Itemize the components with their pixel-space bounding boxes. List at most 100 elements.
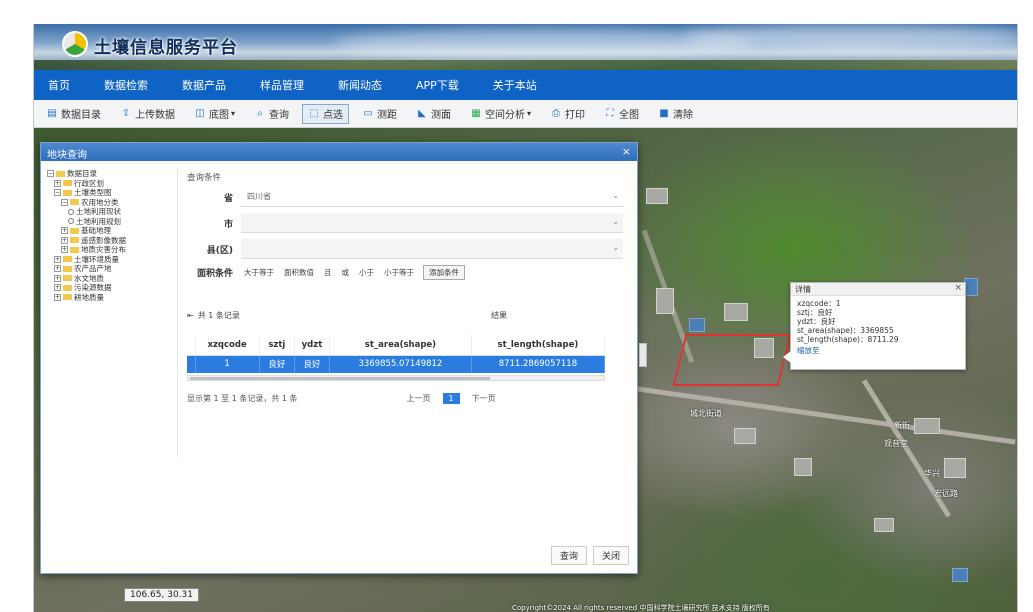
- query-button[interactable]: 查询: [550, 546, 587, 565]
- divider: [177, 169, 178, 457]
- tree-item[interactable]: − 土壤类型图: [47, 188, 171, 198]
- condition-option[interactable]: 面积数值: [279, 267, 319, 278]
- popup-body: xzqcode：1 sztj：良好 ydzt：良好 st_area(shape)…: [791, 296, 965, 358]
- tree-item[interactable]: + 基础地理: [47, 226, 171, 236]
- table-header-cell[interactable]: sztj: [259, 335, 295, 356]
- tool-select-button[interactable]: ⬚ 点选: [302, 103, 350, 124]
- tool-measure-distance-button[interactable]: ▭ 测距: [356, 104, 403, 124]
- tree-item[interactable]: + 土壤环境质量: [47, 255, 171, 265]
- table-header-cell[interactable]: st_length(shape): [471, 335, 606, 356]
- nav-item-about[interactable]: 关于本站: [493, 77, 537, 93]
- expand-icon[interactable]: +: [54, 179, 61, 187]
- tree-item[interactable]: + 农产品产地: [47, 264, 171, 274]
- collapse-icon[interactable]: −: [54, 189, 61, 197]
- province-select[interactable]: 四川省 ⌄: [241, 187, 623, 207]
- map-building: [914, 418, 940, 434]
- tree-item[interactable]: + 水文地质: [47, 274, 171, 284]
- next-page-button[interactable]: 下一页: [466, 392, 502, 405]
- city-select[interactable]: ⌄: [241, 213, 623, 233]
- tool-measure-area-button[interactable]: ◣ 测面: [410, 104, 457, 124]
- collapse-icon[interactable]: ⇤: [187, 311, 194, 320]
- nav-item-data-products[interactable]: 数据产品: [182, 77, 226, 93]
- header-landscape: [34, 60, 1017, 70]
- chevron-down-icon: ▾: [527, 109, 532, 118]
- tree-item-label: 农用地分类: [81, 197, 119, 207]
- map-toolbar: ▤ 数据目录 ⇪ 上传数据 ◫ 底图 ▾ ⌕ 查询 ⬚ 点选 ▭ 测距 ◣ 测面 ▦ 空间分析 ▾ …: [34, 100, 1017, 128]
- expand-icon[interactable]: +: [54, 265, 61, 273]
- condition-label: 面积条件: [196, 268, 233, 279]
- nav-item-samples[interactable]: 样品管理: [260, 77, 304, 93]
- tree-item[interactable]: 土地利用现状: [47, 207, 171, 217]
- table-header-cell[interactable]: st_area(shape): [329, 335, 472, 356]
- tool-search-button[interactable]: ⌕ 查询: [248, 104, 295, 124]
- tool-upload-button[interactable]: ⇪ 上传数据: [114, 104, 181, 124]
- expand-icon[interactable]: +: [61, 227, 68, 235]
- tree-item[interactable]: + 地质灾害分布: [47, 245, 171, 255]
- tree-item-label: 地质灾害分布: [81, 245, 126, 254]
- condition-option[interactable]: 小于: [354, 267, 379, 278]
- scrollbar-thumb[interactable]: [190, 377, 490, 380]
- tree-item[interactable]: 土地利用规划: [47, 217, 171, 227]
- tree-item[interactable]: − 数据目录: [47, 169, 171, 179]
- expand-icon[interactable]: +: [61, 246, 68, 254]
- tree-item[interactable]: + 耕地质量: [47, 293, 171, 303]
- map-building: [794, 458, 812, 476]
- collapse-handle[interactable]: [639, 343, 647, 367]
- radio-icon[interactable]: [68, 218, 74, 225]
- collapse-icon[interactable]: −: [47, 170, 54, 178]
- expand-icon[interactable]: +: [54, 274, 61, 282]
- tool-catalog-button[interactable]: ▤ 数据目录: [40, 104, 107, 124]
- page-button-current[interactable]: 1: [442, 392, 460, 404]
- pager-controls: 上一页 1 下一页: [398, 392, 505, 405]
- tool-fullextent-button[interactable]: ⛶ 全图: [598, 104, 645, 124]
- nav-item-data-search[interactable]: 数据检索: [104, 77, 148, 93]
- condition-option[interactable]: 且: [319, 267, 337, 278]
- table-row[interactable]: 1 良好 良好 3369855.07149812 8711.2869057118: [187, 355, 606, 373]
- expand-icon[interactable]: +: [54, 293, 61, 301]
- print-icon: ⎙: [552, 107, 561, 119]
- nav-item-news[interactable]: 新闻动态: [338, 77, 382, 93]
- main-nav: 首页 数据检索 数据产品 样品管理 新闻动态 APP下载 关于本站: [34, 70, 1017, 100]
- tool-print-button[interactable]: ⎙ 打印: [544, 104, 591, 124]
- city-label: 市: [223, 219, 233, 230]
- tree-item[interactable]: + 遥感影像数据: [47, 236, 171, 246]
- map-building: [952, 568, 968, 582]
- collapse-icon[interactable]: −: [61, 198, 68, 206]
- chevron-down-icon: ⌄: [612, 217, 619, 226]
- clear-icon: ■: [659, 107, 669, 119]
- tool-analysis-button[interactable]: ▦ 空间分析 ▾: [464, 104, 537, 124]
- tree-item[interactable]: − 农用地分类: [47, 198, 171, 208]
- county-select[interactable]: ⌄: [241, 239, 623, 259]
- popup-field: st_area(shape)：3369855: [797, 326, 894, 335]
- county-row: 县(区) ⌄: [193, 239, 623, 259]
- expand-icon[interactable]: +: [54, 284, 61, 292]
- table-scrollbar[interactable]: [187, 375, 605, 381]
- tree-item-label: 水文地质: [74, 273, 104, 283]
- highlighted-parcel[interactable]: [672, 334, 792, 386]
- nav-item-app-download[interactable]: APP下载: [416, 77, 459, 93]
- close-icon[interactable]: ×: [954, 283, 962, 293]
- popup-field: st_length(shape)：8711.29: [797, 335, 899, 344]
- tool-basemap-button[interactable]: ◫ 底图 ▾: [188, 104, 241, 124]
- table-header-cell[interactable]: xzqcode: [195, 335, 260, 356]
- expand-icon[interactable]: +: [54, 255, 61, 263]
- table-header-cell[interactable]: ydzt: [294, 335, 331, 356]
- prev-page-button[interactable]: 上一页: [401, 392, 437, 405]
- query-form: 查询条件 省 四川省 ⌄ 市 ⌄ 县(区) ⌄ 面积条件 大于等于 面积数值 且…: [183, 167, 629, 307]
- tool-clear-button[interactable]: ■ 清除: [652, 104, 699, 124]
- add-condition-button[interactable]: 添加条件: [423, 264, 465, 280]
- close-button[interactable]: 关闭: [592, 546, 629, 565]
- popup-zoom-link[interactable]: 缩放至: [797, 346, 959, 355]
- nav-item-home[interactable]: 首页: [48, 77, 70, 93]
- folder-icon: [63, 189, 72, 196]
- radio-icon[interactable]: [68, 208, 74, 215]
- condition-option[interactable]: 小于等于: [379, 267, 419, 278]
- tree-item[interactable]: + 行政区划: [47, 179, 171, 189]
- condition-option[interactable]: 或: [337, 267, 355, 278]
- condition-option[interactable]: 大于等于: [239, 267, 279, 278]
- expand-icon[interactable]: +: [61, 236, 68, 244]
- basemap-icon: ◫: [195, 107, 205, 119]
- search-icon: ⌕: [257, 107, 263, 119]
- tree-item[interactable]: + 污染源数据: [47, 283, 171, 293]
- close-icon[interactable]: ×: [622, 145, 631, 158]
